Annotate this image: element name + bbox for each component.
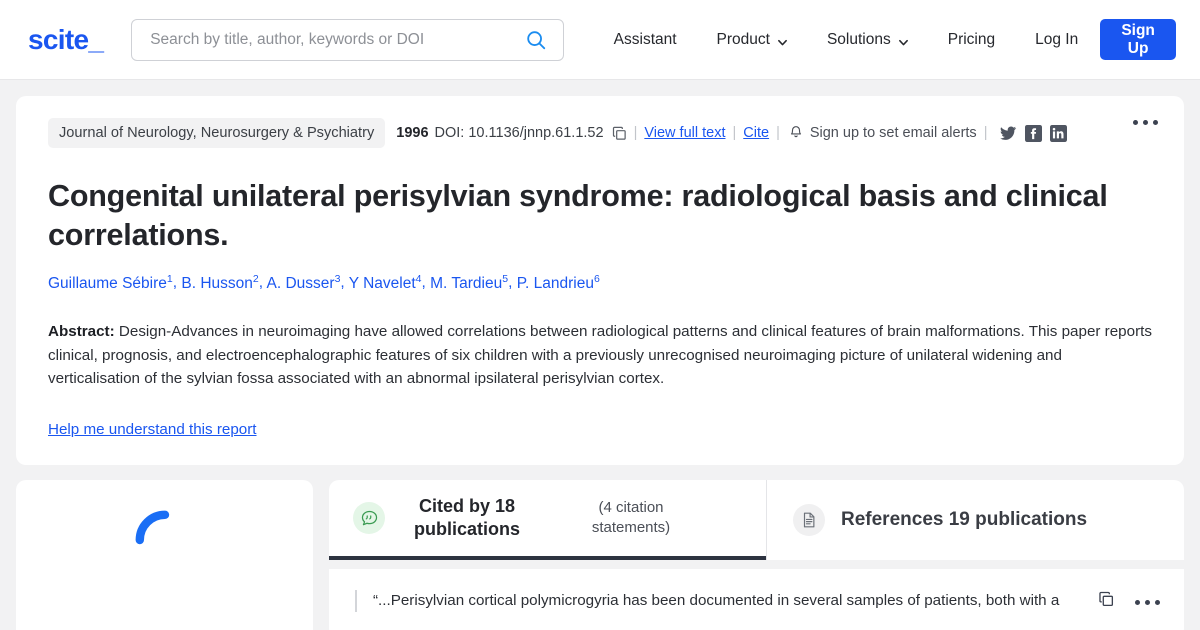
site-header: scite_ Assistant Product Solutions Prici…	[0, 0, 1200, 80]
author-item[interactable]: M. Tardieu5	[430, 272, 508, 292]
citation-statements-count: (4 citation statements)	[591, 498, 671, 536]
author-list: Guillaume Sébire1, B. Husson2, A. Dusser…	[48, 272, 600, 292]
facebook-icon[interactable]	[1025, 124, 1043, 142]
bell-icon	[789, 124, 803, 143]
scite-logo[interactable]: scite_	[28, 23, 104, 56]
chevron-down-icon	[777, 35, 787, 45]
nav-item-pricing[interactable]: Pricing	[928, 31, 1015, 49]
author-name: Y Navelet	[348, 274, 416, 292]
tab-references[interactable]: References 19 publications	[766, 480, 1184, 560]
author-item[interactable]: A. Dusser3	[266, 272, 341, 292]
quote-bubble-icon	[353, 502, 385, 534]
paper-meta-row: Journal of Neurology, Neurosurgery & Psy…	[48, 116, 1154, 148]
divider: |	[983, 125, 988, 141]
cite-link[interactable]: Cite	[743, 125, 769, 141]
statement-actions	[1098, 590, 1160, 613]
author-name: Guillaume Sébire	[48, 274, 167, 292]
abstract-text: Design-Advances in neuroimaging have all…	[48, 323, 1152, 388]
tab-bar: Cited by 18 publications (4 citation sta…	[329, 480, 1184, 560]
social-links	[1000, 124, 1068, 142]
divider: |	[732, 125, 737, 141]
nav-item-product[interactable]: Product	[697, 31, 807, 49]
lower-section: Cited by 18 publications (4 citation sta…	[16, 480, 1184, 630]
chevron-down-icon	[898, 35, 908, 45]
more-options-icon[interactable]	[1135, 599, 1160, 605]
page-body: Journal of Neurology, Neurosurgery & Psy…	[0, 80, 1200, 630]
email-alerts-button[interactable]: Sign up to set email alerts	[789, 124, 977, 143]
tab-cited-by-label: Cited by 18 publications	[413, 495, 520, 539]
abstract-label: Abstract:	[48, 323, 115, 341]
sidebar-panel	[16, 480, 313, 630]
author-item[interactable]: Guillaume Sébire1	[48, 272, 173, 292]
view-full-text-link[interactable]: View full text	[644, 125, 725, 141]
twitter-icon[interactable]	[1000, 125, 1017, 142]
abstract-section: Abstract: Design-Advances in neuroimagin…	[48, 320, 1154, 391]
author-name: B. Husson	[181, 274, 253, 292]
page-title: Congenital unilateral perisylvian syndro…	[48, 179, 1108, 252]
citation-statement-text: “...Perisylvian cortical polymicrogyria …	[355, 590, 1098, 613]
document-icon	[793, 504, 825, 536]
tab-references-label: References 19 publications	[841, 508, 1088, 530]
search-bar[interactable]	[131, 18, 564, 61]
author-item[interactable]: Y Navelet4	[348, 272, 422, 292]
nav-label: Log In	[1035, 30, 1079, 48]
author-name: M. Tardieu	[430, 274, 503, 292]
citation-statement-card: “...Perisylvian cortical polymicrogyria …	[329, 569, 1184, 630]
copy-icon[interactable]	[1098, 591, 1115, 613]
nav-item-assistant[interactable]: Assistant	[594, 31, 697, 49]
citations-panel: Cited by 18 publications (4 citation sta…	[329, 480, 1184, 630]
paper-card: Journal of Neurology, Neurosurgery & Psy…	[16, 96, 1184, 465]
nav-label: Solutions	[826, 30, 891, 48]
author-affiliation: 6	[593, 272, 600, 285]
loading-spinner	[135, 510, 195, 570]
help-understand-report-link[interactable]: Help me understand this report	[48, 421, 257, 438]
nav-item-login[interactable]: Log In	[1015, 31, 1096, 49]
publication-year: 1996	[396, 125, 429, 141]
more-options-icon[interactable]	[1133, 120, 1158, 125]
author-name: P. Landrieu	[516, 274, 594, 292]
divider: |	[633, 125, 638, 141]
search-input[interactable]	[148, 29, 523, 50]
logo-text: scite_	[28, 23, 104, 55]
journal-name[interactable]: Journal of Neurology, Neurosurgery & Psy…	[48, 118, 386, 148]
nav-label: Product	[716, 30, 770, 48]
nav-label: Assistant	[613, 30, 677, 48]
tab-cited-by[interactable]: Cited by 18 publications (4 citation sta…	[329, 480, 766, 560]
linkedin-icon[interactable]	[1050, 124, 1068, 142]
email-alerts-label: Sign up to set email alerts	[809, 125, 977, 141]
nav-item-solutions[interactable]: Solutions	[807, 31, 928, 49]
author-item[interactable]: P. Landrieu6	[516, 272, 600, 292]
divider: |	[776, 125, 780, 141]
search-icon[interactable]	[523, 27, 549, 53]
author-item[interactable]: B. Husson2	[181, 272, 258, 292]
nav-label: Pricing	[947, 30, 996, 48]
copy-icon[interactable]	[604, 126, 627, 141]
sign-up-button[interactable]: Sign Up	[1100, 19, 1176, 60]
main-nav: Assistant Product Solutions Pricing Log …	[594, 19, 1176, 60]
author-name: A. Dusser	[266, 274, 335, 292]
doi-label: DOI: 10.1136/jnnp.61.1.52	[434, 125, 604, 141]
